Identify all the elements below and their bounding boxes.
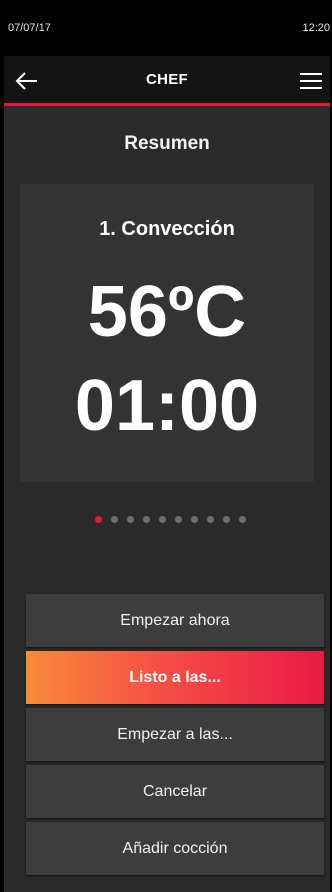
- page-dot[interactable]: [206, 516, 214, 523]
- cancel-button[interactable]: Cancelar: [26, 765, 324, 818]
- temperature-value: 56ºC: [87, 272, 247, 352]
- duration-value: 01:00: [74, 366, 260, 446]
- page-dot[interactable]: [190, 516, 198, 523]
- start-now-button[interactable]: Empezar ahora: [26, 594, 324, 647]
- page-dot[interactable]: [238, 516, 246, 523]
- ready-at-button[interactable]: Listo a las...: [26, 651, 324, 704]
- status-bar: 07/07/17 12:20: [4, 0, 330, 56]
- menu-button[interactable]: [296, 68, 326, 94]
- status-date: 07/07/17: [8, 22, 51, 34]
- page-dot[interactable]: [174, 516, 182, 523]
- action-list: Empezar ahora Listo a las... Empezar a las…: [26, 594, 324, 879]
- page-dot[interactable]: [222, 516, 230, 523]
- page-dot[interactable]: [142, 516, 150, 523]
- status-time: 12:20: [302, 22, 330, 34]
- hamburger-menu-icon: [300, 73, 322, 89]
- cooking-step-card[interactable]: 1. Convección 56ºC 01:00: [20, 184, 314, 482]
- page-indicator: [4, 516, 330, 523]
- add-cooking-button[interactable]: Añadir cocción: [26, 822, 324, 875]
- app-screen: 07/07/17 12:20 CHEF Resumen 1. Convecció…: [4, 0, 330, 892]
- app-bar: CHEF: [4, 56, 330, 106]
- section-title: Resumen: [124, 133, 210, 154]
- page-dot[interactable]: [94, 516, 102, 523]
- page-dot[interactable]: [110, 516, 118, 523]
- step-name: 1. Convección: [99, 218, 235, 240]
- app-title: CHEF: [145, 71, 189, 88]
- page-dot[interactable]: [126, 516, 134, 523]
- page-dot[interactable]: [158, 516, 166, 523]
- start-at-button[interactable]: Empezar a las...: [26, 708, 324, 761]
